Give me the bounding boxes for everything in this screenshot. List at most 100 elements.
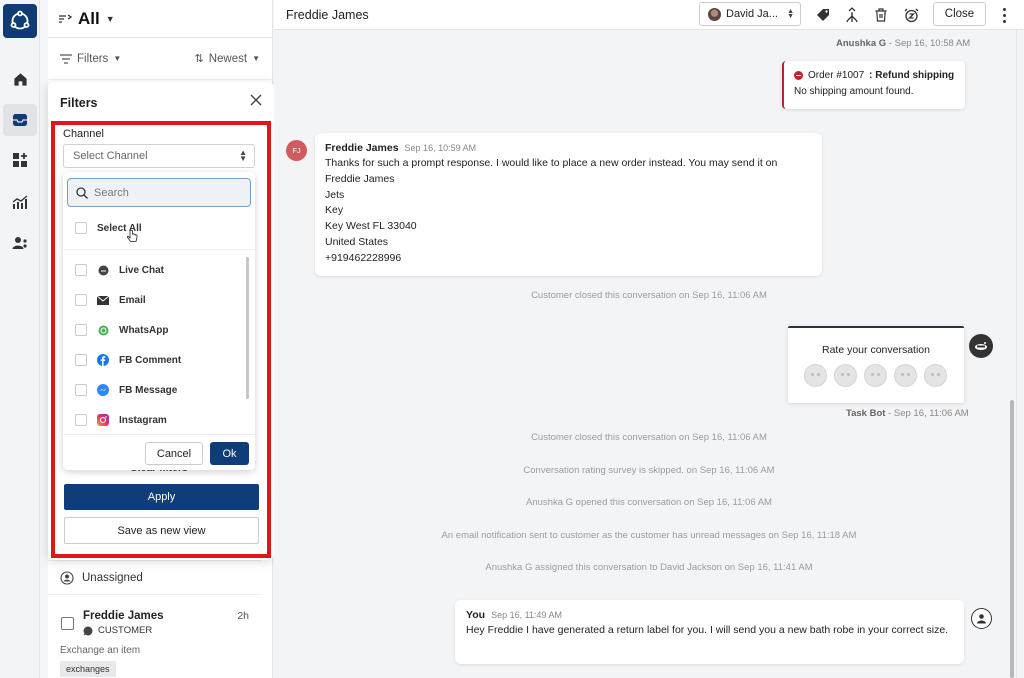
- rating-author: Task Bot: [846, 408, 886, 419]
- sort-lines-icon: [59, 13, 72, 23]
- option-label: Instagram: [119, 414, 167, 426]
- app-logo[interactable]: [3, 4, 37, 38]
- channel-option-email[interactable]: Email: [75, 290, 146, 310]
- rating-meta: Task Bot - Sep 16, 11:06 AM: [846, 408, 969, 419]
- panel-divider: [1016, 30, 1017, 678]
- agent-avatar: [971, 608, 992, 629]
- merge-button[interactable]: [842, 5, 862, 25]
- live-chat-icon: [97, 264, 109, 276]
- message-time: Sep 16, 10:59 AM: [404, 143, 477, 153]
- order-action-card: Order #1007 : Refund shipping No shippin…: [782, 61, 965, 109]
- email-icon: [97, 294, 109, 306]
- dropdown-divider: [63, 249, 255, 250]
- list-header: All ▼: [48, 0, 272, 38]
- dissatisfied-face-icon[interactable]: [834, 364, 857, 387]
- note-author: Anushka G: [836, 38, 887, 49]
- sort-icon: ⇅: [194, 53, 204, 65]
- contacts-icon: [12, 237, 27, 249]
- tag-button[interactable]: [813, 5, 833, 25]
- alarm-clock-icon: [904, 8, 918, 22]
- select-all-option[interactable]: Select All: [75, 218, 142, 242]
- chevron-down-icon: ▼: [113, 54, 122, 63]
- close-conversation-button[interactable]: Close: [933, 2, 986, 26]
- conversation-topbar: Freddie James David Ja... ▲ ▼ Close: [274, 0, 1024, 30]
- message-body: Thanks for such a prompt response. I wou…: [325, 157, 778, 264]
- chat-bubble-icon: [83, 626, 93, 635]
- inbox-icon: [13, 114, 27, 126]
- option-label: Live Chat: [119, 264, 165, 276]
- nav-home[interactable]: [3, 63, 37, 95]
- conversation-checkbox[interactable]: [61, 617, 74, 630]
- channel-option-whatsapp[interactable]: WhatsApp: [75, 320, 168, 340]
- filters-label: Filters: [77, 52, 109, 65]
- option-checkbox[interactable]: [75, 384, 87, 396]
- satisfied-face-icon[interactable]: [894, 364, 917, 387]
- customer-avatar: FJ: [286, 140, 307, 161]
- channel-search[interactable]: [67, 178, 251, 207]
- error-icon: [794, 71, 803, 80]
- view-dropdown-caret-icon[interactable]: ▼: [106, 14, 115, 24]
- very-satisfied-face-icon[interactable]: [924, 364, 947, 387]
- option-checkbox[interactable]: [75, 414, 87, 426]
- channel-search-input[interactable]: [94, 186, 234, 199]
- conversation-role: CUSTOMER: [83, 625, 152, 636]
- sort-button[interactable]: ⇅ Newest ▼: [194, 52, 261, 66]
- apps-add-icon: [13, 153, 27, 167]
- filters-button[interactable]: Filters ▼: [60, 53, 121, 65]
- conversation-title: Freddie James: [286, 8, 369, 22]
- messenger-icon: [97, 384, 109, 396]
- option-checkbox[interactable]: [75, 264, 87, 276]
- channel-option-live-chat[interactable]: Live Chat: [75, 260, 164, 280]
- system-event: Anushka G assigned this conversation to …: [485, 562, 813, 573]
- conversation-subject: Exchange an item: [60, 645, 141, 656]
- rating-faces: [804, 364, 947, 387]
- order-number[interactable]: Order #1007: [808, 70, 864, 81]
- save-as-new-view-button[interactable]: Save as new view: [64, 517, 259, 544]
- conversation-tag[interactable]: exchanges: [60, 661, 116, 677]
- option-checkbox[interactable]: [75, 324, 87, 336]
- order-message: No shipping amount found.: [794, 86, 914, 97]
- dot: [1002, 13, 1006, 17]
- apply-button[interactable]: Apply: [64, 484, 259, 510]
- assignee-select[interactable]: David Ja... ▲ ▼: [699, 2, 801, 26]
- cancel-button[interactable]: Cancel: [145, 442, 203, 465]
- channel-option-fb-comment[interactable]: FB Comment: [75, 350, 181, 370]
- nav-contacts[interactable]: [3, 227, 37, 259]
- customer-message: Freddie James Sep 16, 10:59 AM Thanks fo…: [315, 133, 822, 276]
- select-all-checkbox[interactable]: [75, 222, 87, 234]
- delete-button[interactable]: [871, 5, 891, 25]
- pointer-cursor-icon: [127, 230, 138, 242]
- logo-icon: [10, 10, 30, 30]
- trash-icon: [875, 8, 887, 22]
- note-meta: Anushka G - Sep 16, 10:58 AM: [836, 38, 971, 49]
- ok-button[interactable]: Ok: [210, 442, 249, 465]
- option-label: WhatsApp: [119, 324, 169, 336]
- very-dissatisfied-face-icon[interactable]: [804, 364, 827, 387]
- channel-select[interactable]: Select Channel ▲ ▼: [63, 144, 255, 168]
- dropdown-scrollbar[interactable]: [246, 257, 249, 399]
- conversation-list-item[interactable]: Freddie James 2h CUSTOMER Exchange an it…: [48, 596, 261, 678]
- option-label: FB Message: [119, 384, 178, 396]
- conversation-name: Freddie James: [83, 610, 164, 622]
- close-icon[interactable]: [250, 94, 262, 106]
- channel-option-instagram[interactable]: Instagram: [75, 410, 167, 430]
- option-checkbox[interactable]: [75, 294, 87, 306]
- conversation-scrollbar[interactable]: [1010, 400, 1014, 678]
- more-options-button[interactable]: [999, 5, 1009, 25]
- snooze-button[interactable]: [901, 5, 921, 25]
- rating-title: Rate your conversation: [822, 344, 930, 356]
- filter-icon: [60, 53, 72, 64]
- option-checkbox[interactable]: [75, 354, 87, 366]
- nav-inbox[interactable]: [3, 104, 37, 136]
- message-body: Hey Freddie I have generated a return la…: [466, 624, 949, 636]
- view-title[interactable]: All: [78, 9, 100, 29]
- nav-rail: [0, 0, 40, 678]
- nav-apps[interactable]: [3, 144, 37, 176]
- unassigned-group[interactable]: Unassigned: [48, 560, 261, 595]
- channel-option-fb-message[interactable]: FB Message: [75, 380, 177, 400]
- neutral-face-icon[interactable]: [864, 364, 887, 387]
- note-time: Sep 16, 10:58 AM: [894, 38, 971, 49]
- nav-reports[interactable]: [3, 186, 37, 218]
- chevron-down-icon: ▼: [252, 54, 260, 63]
- message-author: Freddie James: [325, 142, 399, 154]
